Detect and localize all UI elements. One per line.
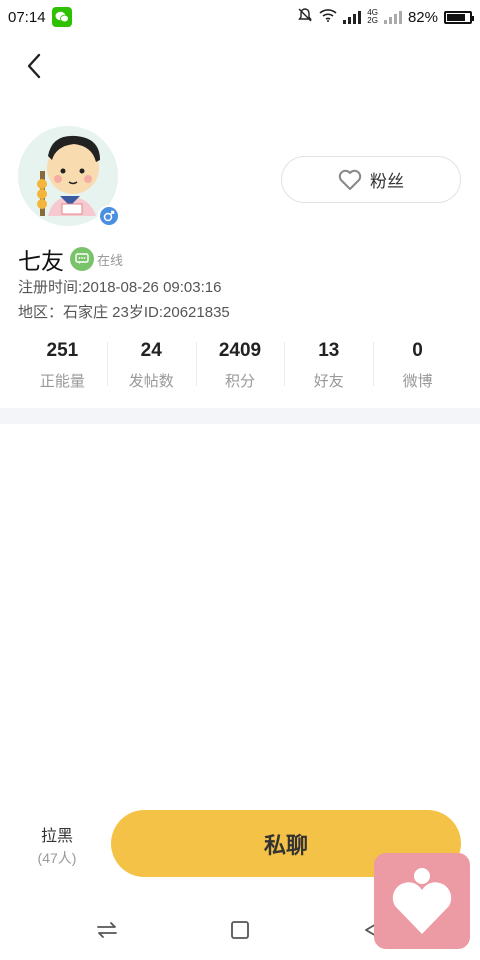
stat-label: 微博 xyxy=(402,373,433,390)
heart-person-icon xyxy=(392,868,452,934)
region-age-id: 地区：石家庄 23岁ID:20621835 xyxy=(18,304,230,321)
stat-value: 251 xyxy=(46,340,79,361)
profile-name-row: 七友 在线 xyxy=(18,242,123,276)
stat-value: 2409 xyxy=(218,340,262,361)
stat-value: 24 xyxy=(140,340,162,361)
back-button[interactable] xyxy=(16,48,52,84)
switch-apps-button[interactable] xyxy=(93,916,121,944)
stat-posts[interactable]: 24 发帖数 xyxy=(106,338,196,394)
private-chat-label: 私聊 xyxy=(263,832,308,858)
switch-arrows-icon xyxy=(97,922,117,938)
stat-friends[interactable]: 13 好友 xyxy=(284,338,373,394)
male-gender-icon xyxy=(98,205,120,227)
section-divider xyxy=(0,408,480,424)
floating-heart-button[interactable] xyxy=(374,853,470,949)
fans-button[interactable]: 粉丝 xyxy=(281,156,461,203)
stat-label: 好友 xyxy=(313,373,344,390)
stat-label: 积分 xyxy=(224,373,255,390)
chevron-left-icon xyxy=(27,53,41,79)
status-time: 07:14 xyxy=(8,8,46,26)
block-button[interactable]: 拉黑 (47人) xyxy=(22,822,92,868)
stat-label: 发帖数 xyxy=(128,373,174,390)
stat-value: 13 xyxy=(318,340,340,361)
wifi-icon xyxy=(319,8,337,26)
fans-label: 粉丝 xyxy=(370,172,404,191)
heart-outline-icon xyxy=(338,169,362,190)
home-button[interactable] xyxy=(226,916,254,944)
user-name: 七友 xyxy=(18,248,64,274)
stats-row: 251 正能量 24 发帖数 2409 积分 13 好友 0 微博 xyxy=(18,338,462,394)
wechat-icon xyxy=(51,7,72,27)
stat-label: 正能量 xyxy=(39,373,85,390)
home-square-icon xyxy=(231,921,249,939)
block-count: (47人) xyxy=(37,850,77,866)
signal-icon xyxy=(383,10,402,24)
stat-value: 0 xyxy=(412,340,423,361)
stat-positive-energy[interactable]: 251 正能量 xyxy=(18,338,107,394)
stat-points[interactable]: 2409 积分 xyxy=(195,338,285,394)
block-label: 拉黑 xyxy=(40,828,73,845)
online-status: 在线 xyxy=(97,252,124,268)
registration-time: 注册时间:2018-08-26 09:03:16 xyxy=(18,279,222,296)
status-bar: 07:14 4G 2G 82% xyxy=(0,0,480,34)
mute-bell-icon xyxy=(297,7,313,27)
battery-icon xyxy=(444,10,474,24)
signal-icon xyxy=(343,10,362,24)
network-type: 4G 2G xyxy=(367,8,378,25)
chat-bubble-icon xyxy=(70,247,94,271)
battery-percent: 82% xyxy=(407,8,438,26)
stat-weibo[interactable]: 0 微博 xyxy=(373,338,462,394)
